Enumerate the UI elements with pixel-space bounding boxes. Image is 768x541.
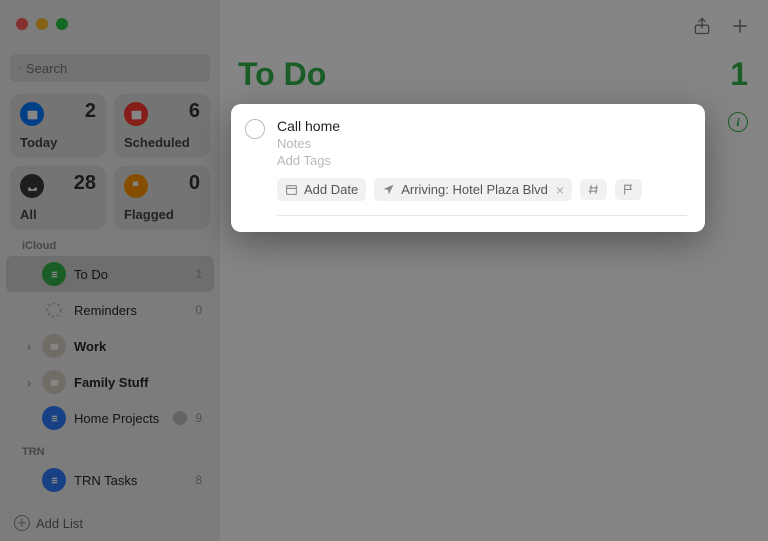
location-arrow-icon (382, 183, 395, 196)
reminder-notes-input[interactable]: Notes (277, 136, 687, 151)
calendar-icon (285, 183, 298, 196)
remove-location-button[interactable]: × (556, 183, 564, 197)
modal-overlay[interactable] (0, 0, 768, 541)
reminder-chips-row: Add Date Arriving: Hotel Plaza Blvd × (277, 178, 687, 201)
add-flag-chip[interactable] (615, 179, 642, 200)
location-chip[interactable]: Arriving: Hotel Plaza Blvd × (374, 178, 572, 201)
complete-radio-button[interactable] (245, 119, 265, 139)
chip-label: Add Date (304, 182, 358, 197)
popover-divider (277, 215, 687, 216)
hash-icon (587, 183, 600, 196)
add-tag-chip[interactable] (580, 179, 607, 200)
reminder-editor-popover: Call home Notes Add Tags Add Date Arrivi… (231, 104, 705, 232)
reminder-title-input[interactable]: Call home (277, 118, 687, 134)
flag-icon (622, 183, 635, 196)
reminder-tags-input[interactable]: Add Tags (277, 153, 687, 168)
chip-label: Arriving: Hotel Plaza Blvd (401, 182, 548, 197)
reminder-fields: Call home Notes Add Tags Add Date Arrivi… (277, 118, 687, 216)
add-date-chip[interactable]: Add Date (277, 178, 366, 201)
